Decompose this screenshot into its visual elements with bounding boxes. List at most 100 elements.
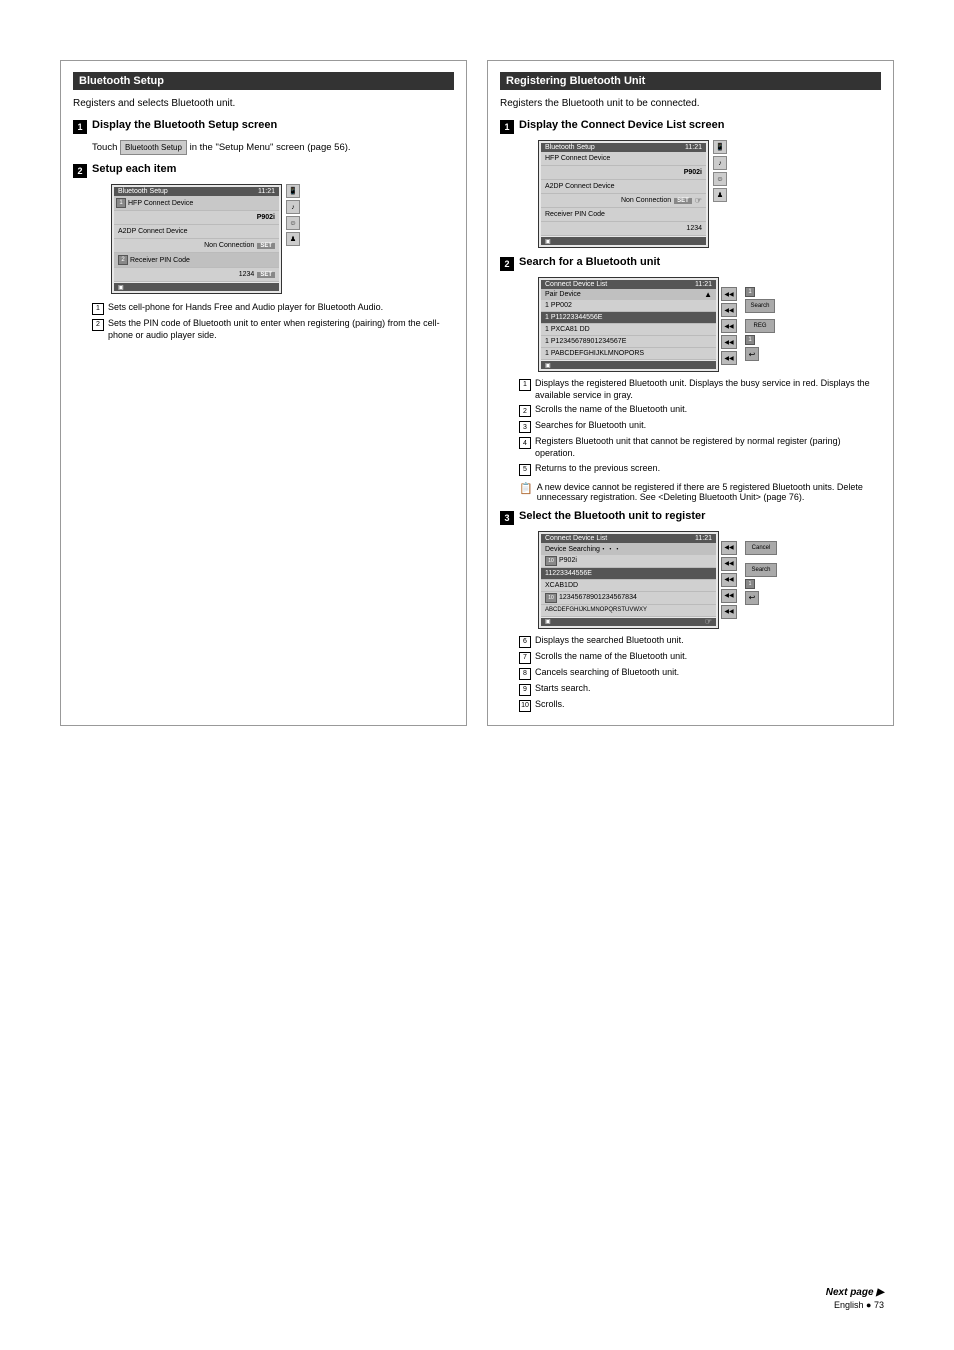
icon-face: ☺ [286, 216, 300, 230]
left-section: Bluetooth Setup Registers and selects Bl… [60, 60, 467, 726]
screen-row-hfp-label: 1 HFP Connect Device [114, 196, 279, 211]
main-content: Bluetooth Setup Registers and selects Bl… [60, 60, 894, 726]
s3-scroll-3: ◀◀ [721, 573, 737, 587]
r1-icon2: ♪ [713, 156, 727, 170]
bluetooth-setup-button: Bluetooth Setup [120, 140, 187, 155]
s3-num-10b: 10 [545, 593, 557, 603]
right-screen-time: 11:21 [685, 144, 702, 151]
language-label: English [834, 1300, 864, 1310]
step2-footer: ▣ [541, 361, 716, 369]
list-row-3: 1 PXCA81 DD [541, 324, 716, 336]
number-btn-1: 1 [745, 287, 755, 297]
r1-a2dp-label: A2DP Connect Device [541, 180, 706, 194]
r1-a2dp-value: Non Connection SET ☞ [541, 194, 706, 208]
right-step3-num: 3 [500, 511, 514, 525]
right-step2-title: Search for a Bluetooth unit [519, 256, 660, 268]
s3-row-2: 11223344556E [541, 568, 716, 580]
scroll-btn-4: ◀◀ [721, 335, 737, 349]
left-screen-wrapper: Bluetooth Setup 11:21 1 HFP Connect Devi… [92, 184, 282, 294]
step3-ann-10: 10 Scrolls. [519, 699, 881, 712]
right-step1-header: 1 Display the Connect Device List screen [500, 119, 881, 134]
right-screen-title: Bluetooth Setup [545, 144, 595, 151]
right-side-icons: 📱 ♪ ☺ ♟ [286, 184, 300, 246]
search-action-btn: Search [745, 299, 775, 313]
step3-side-btns: ◀◀ ◀◀ ◀◀ ◀◀ ◀◀ [721, 541, 737, 619]
footer-area: Next page ▶ English ● 73 [826, 1287, 884, 1310]
step2-screen-header: Connect Device List 11:21 [541, 280, 716, 289]
icon-person: ♟ [286, 232, 300, 246]
annotation-2: 2 Sets the PIN code of Bluetooth unit to… [92, 318, 454, 341]
note-icon: 📋 [519, 482, 533, 495]
s3-scroll-4: ◀◀ [721, 589, 737, 603]
step1-header: 1 Display the Bluetooth Setup screen [73, 119, 454, 134]
page-number: 73 [874, 1300, 884, 1310]
r1-icon1: 📱 [713, 140, 727, 154]
s3-back-btn: ↩ [745, 591, 759, 605]
r1-hfp-label: HFP Connect Device [541, 152, 706, 166]
step2-title: Setup each item [92, 163, 176, 175]
icon-phone: 📱 [286, 184, 300, 198]
right-section-intro: Registers the Bluetooth unit to be conne… [500, 98, 881, 109]
step2-ann-5: 5 Returns to the previous screen. [519, 463, 881, 476]
scroll-btn-3: ◀◀ [721, 319, 737, 333]
a2dp-set-button: SET [257, 243, 275, 249]
list-row-2: 1 P11223344556E [541, 312, 716, 324]
step2-ann-4: 4 Registers Bluetooth unit that cannot b… [519, 436, 881, 459]
step3-ann-6: 6 Displays the searched Bluetooth unit. [519, 635, 881, 648]
right-step1-screen-header: Bluetooth Setup 11:21 [541, 143, 706, 152]
scroll-btn-2: ◀◀ [721, 303, 737, 317]
left-section-intro: Registers and selects Bluetooth unit. [73, 98, 454, 109]
list-row-1: 1 PP002 [541, 300, 716, 312]
hfp-value: P902i [257, 214, 275, 221]
icon-1: 1 [116, 198, 126, 208]
left-screen-title: Bluetooth Setup [118, 188, 168, 195]
right-step2-num: 2 [500, 257, 514, 271]
step3-ann-8: 8 Cancels searching of Bluetooth unit. [519, 667, 881, 680]
r1-footer: ▣ [541, 237, 706, 245]
search-btn: Search [745, 563, 777, 577]
page-number-line: English ● 73 [826, 1300, 884, 1310]
list-row-4: 1 P12345678901234567E [541, 336, 716, 348]
screen-row-a2dp-value: Non Connection SET [114, 239, 279, 253]
left-device-screen: Bluetooth Setup 11:21 1 HFP Connect Devi… [111, 184, 282, 294]
right-section: Registering Bluetooth Unit Registers the… [487, 60, 894, 726]
step3-hand-icon: ☞ [705, 617, 712, 626]
step2-side-btns: ◀◀ ◀◀ ◀◀ ◀◀ ◀◀ [721, 287, 737, 365]
screen-row-hfp-value: P902i [114, 211, 279, 225]
pin-set-button: SET [257, 272, 275, 278]
scroll-btn-5: ◀◀ [721, 351, 737, 365]
right-step1-screen: Bluetooth Setup 11:21 HFP Connect Device… [538, 140, 709, 248]
step2-action-btns: 1 Search REG 1 ↩ [745, 287, 775, 361]
icon-music: ♪ [286, 200, 300, 214]
left-section-title: Bluetooth Setup [73, 72, 454, 90]
right-step1-title: Display the Connect Device List screen [519, 119, 724, 131]
step2-ann-3: 3 Searches for Bluetooth unit. [519, 420, 881, 433]
back-btn: ↩ [745, 347, 759, 361]
s3-row-4: 10 12345678901234567834 [541, 592, 716, 605]
left-screen-time: 11:21 [258, 188, 275, 195]
next-page-label: Next page ▶ [826, 1287, 884, 1298]
screen-row-pin-label: 2 Receiver PIN Code [114, 253, 279, 268]
step2-screen-wrapper: Connect Device List 11:21 Pair Device ▲ … [519, 277, 719, 372]
pin-value: 1234 [239, 271, 255, 278]
s3-row-1: 10 P902i [541, 555, 716, 568]
hfp-label: HFP Connect Device [128, 200, 193, 207]
step3-ann-9: 9 Starts search. [519, 683, 881, 696]
right-step1-num: 1 [500, 120, 514, 134]
a2dp-value: Non Connection [204, 242, 254, 249]
annotation-1: 1 Sets cell-phone for Hands Free and Aud… [92, 302, 454, 315]
note-box: 📋 A new device cannot be registered if t… [519, 482, 881, 502]
r1-icon4: ♟ [713, 188, 727, 202]
step1-prefix: Touch [92, 142, 117, 153]
step3-screen-header: Connect Device List 11:21 [541, 534, 716, 543]
icon-2: 2 [118, 255, 128, 265]
ann-text-2: Sets the PIN code of Bluetooth unit to e… [108, 318, 454, 341]
step2-ann-1: 1 Displays the registered Bluetooth unit… [519, 378, 881, 401]
r1-icon3: ☺ [713, 172, 727, 186]
step2-sub-header: Pair Device ▲ [541, 289, 716, 300]
step3-annotations: 6 Displays the searched Bluetooth unit. … [519, 635, 881, 712]
step3-sub-header: Device Searching・・・ [541, 543, 716, 555]
s3-num-10a: 10 [545, 556, 557, 566]
step3-footer: ▣ ☞ [541, 618, 716, 626]
page-container: Bluetooth Setup Registers and selects Bl… [0, 0, 954, 1350]
